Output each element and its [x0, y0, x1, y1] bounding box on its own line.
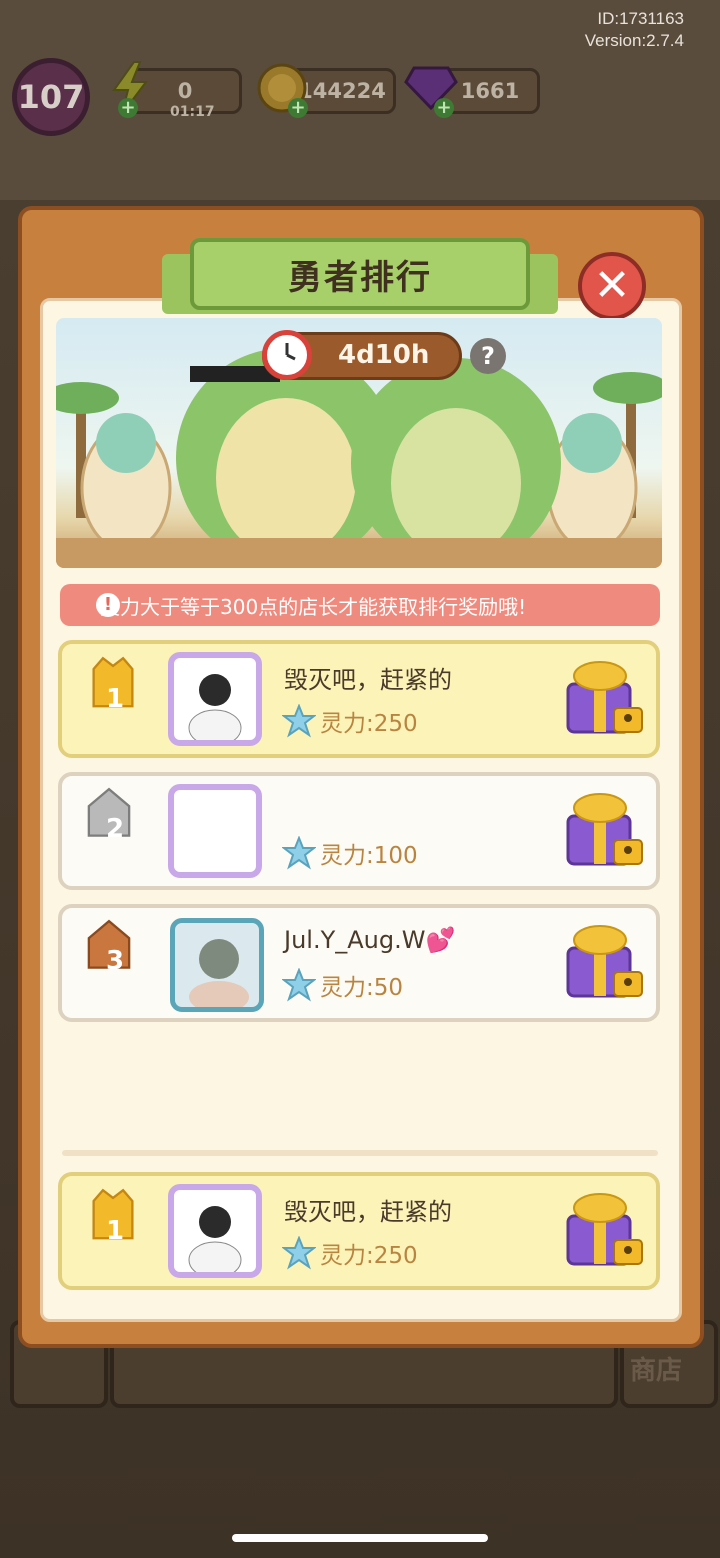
rank-number-2: 2 — [105, 814, 125, 844]
my-rank-number: 1 — [105, 1216, 125, 1246]
gem-value: 1661 — [460, 79, 520, 103]
dialog-title: 勇者排行 — [288, 257, 432, 298]
power-value-2: 灵力:100 — [320, 843, 418, 869]
avatar-frame-1 — [168, 652, 262, 747]
spirit-star-icon — [282, 836, 316, 870]
locked-gift-icon[interactable] — [562, 654, 646, 738]
avatar — [188, 674, 242, 747]
locked-gift-icon[interactable] — [562, 918, 646, 1002]
energy-timer: 01:17 — [170, 104, 215, 120]
divider — [62, 1150, 658, 1156]
my-power-value: 灵力:250 — [320, 1243, 418, 1269]
help-icon[interactable]: ? — [470, 338, 506, 374]
id-info: ID:1731163 Version:2.7.4 — [585, 8, 684, 52]
energy-plus-icon[interactable]: + — [118, 98, 138, 118]
spirit-star-icon — [282, 968, 316, 1002]
avatar — [189, 939, 249, 1013]
avatar-frame-2 — [168, 784, 262, 878]
my-player-name: 毁灭吧，赶紧的 — [284, 1198, 452, 1226]
power-row-1: 灵力:250 — [282, 704, 418, 738]
warning-icon: ! — [96, 593, 120, 617]
my-power-row: 灵力:250 — [282, 1236, 418, 1270]
version-label: Version:2.7.4 — [584, 31, 684, 50]
player-name-3: Jul.Y_Aug.W💕 — [284, 926, 456, 954]
clock-icon — [262, 330, 312, 380]
player-name-1: 毁灭吧，赶紧的 — [284, 666, 452, 694]
locked-gift-icon[interactable] — [562, 786, 646, 870]
coin-value: 144224 — [298, 79, 386, 103]
rank-number-1: 1 — [105, 684, 125, 714]
avatar-frame-3 — [170, 918, 264, 1013]
spirit-star-icon — [282, 704, 316, 738]
avatar — [188, 1206, 242, 1279]
close-icon: ✕ — [593, 260, 631, 311]
dialog-title-plate: 勇者排行 — [190, 238, 530, 310]
shop-label: 商店 — [630, 1356, 683, 1386]
locked-gift-icon[interactable] — [562, 1186, 646, 1270]
rank-number-3: 3 — [105, 946, 125, 976]
power-row-3: 灵力:50 — [282, 968, 403, 1002]
power-value-1: 灵力:250 — [320, 711, 418, 737]
power-row-2: 灵力:100 — [282, 836, 418, 870]
power-value-3: 灵力:50 — [320, 975, 404, 1001]
my-avatar-frame — [168, 1184, 262, 1279]
home-indicator[interactable] — [232, 1534, 488, 1542]
player-id: ID:1731163 — [597, 9, 684, 28]
countdown-text: 4d10h — [338, 340, 430, 370]
spirit-star-icon — [282, 1236, 316, 1270]
close-button[interactable]: ✕ — [578, 252, 646, 320]
level-value: 107 — [17, 78, 85, 116]
coin-plus-icon[interactable]: + — [288, 98, 308, 118]
notice-text: 灵力大于等于300点的店长才能获取排行奖励哦! — [100, 594, 527, 619]
notice-banner: 灵力大于等于300点的店长才能获取排行奖励哦! — [60, 584, 660, 626]
level-badge[interactable]: 107 — [12, 58, 90, 136]
energy-value: 0 — [177, 79, 193, 103]
gem-plus-icon[interactable]: + — [434, 98, 454, 118]
